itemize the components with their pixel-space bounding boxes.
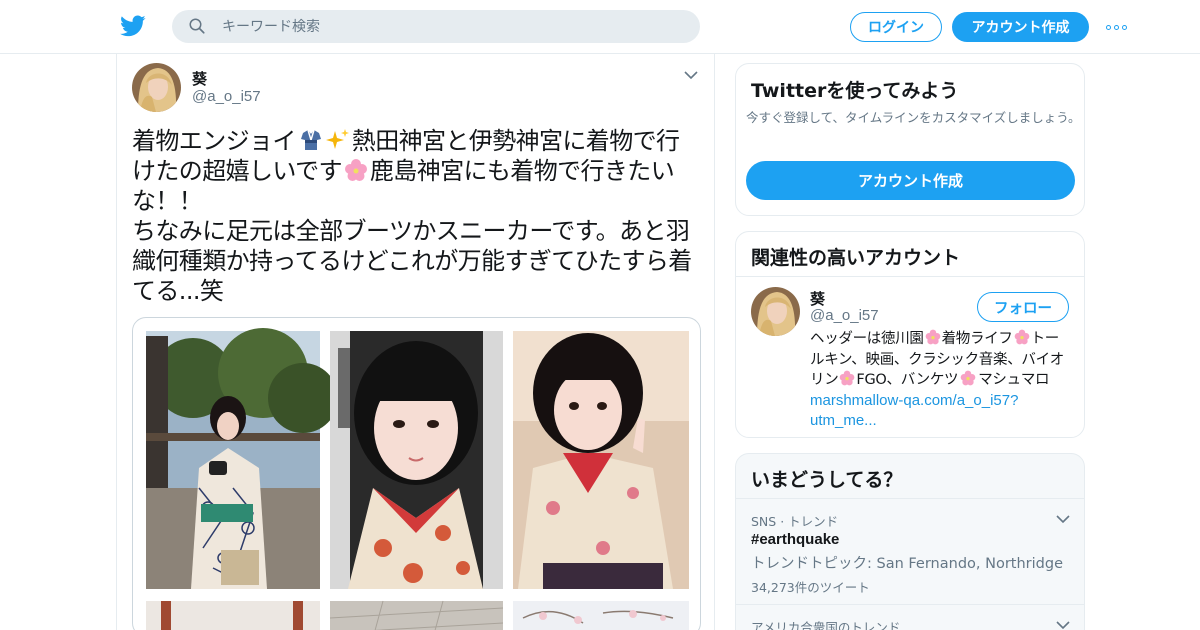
trends-header: いまどうしてる？ [736, 454, 1084, 499]
signup-button[interactable]: アカウント作成 [952, 12, 1089, 42]
avatar[interactable] [751, 287, 800, 336]
tweet-text: 着物エンジョイ 熱田神宮と伊勢神宮に着物で行けたの超嬉しいです 鹿島神宮にも着物で行… [132, 126, 702, 306]
trend-item[interactable]: SNS · トレンド #earthquake トレンドトピック: San Fer… [736, 500, 1084, 605]
cherry-blossom-emoji-icon [960, 370, 976, 386]
cherry-blossom-emoji-icon [840, 370, 855, 386]
chevron-down-icon[interactable] [1056, 514, 1070, 524]
search-box [172, 10, 700, 43]
signup-card: Twitterを使ってみよう 今すぐ登録して、タイムラインをカスタマイズしましょ… [735, 63, 1085, 216]
cherry-blossom-emoji-icon [1014, 329, 1029, 345]
chevron-down-icon[interactable] [684, 70, 698, 80]
more-options-icon[interactable] [1106, 22, 1130, 32]
related-accounts-card: 関連性の高いアカウント 葵 @a_o_i57 フォロー ヘッダーは徳川園 着物ライ… [735, 231, 1085, 438]
signup-card-title: Twitterを使ってみよう [751, 80, 959, 102]
photo-3[interactable] [513, 331, 689, 589]
related-account-name[interactable]: 葵 [810, 288, 825, 309]
twitter-bird-icon[interactable] [119, 13, 147, 39]
tweet: 葵 @a_o_i57 着物エンジョイ 熱田神宮と伊勢神宮に着物で行けたの超嬉しいで… [116, 54, 715, 630]
bio-text: マシュマロ [978, 372, 1050, 388]
trend-tweet-count: 34,273件のツイート [751, 580, 870, 595]
signup-card-subtitle: 今すぐ登録して、タイムラインをカスタマイズしましょう。 [746, 110, 1081, 125]
photo-6[interactable] [513, 601, 689, 630]
bio-text: 着物ライフ [941, 331, 1013, 347]
trends-title: いまどうしてる？ [751, 469, 903, 491]
cherry-blossom-emoji-icon [344, 159, 367, 181]
photo-5[interactable] [329, 600, 504, 630]
trend-description: トレンドトピック: San Fernando, Northridge [751, 556, 1063, 572]
search-input[interactable] [222, 10, 682, 43]
avatar[interactable] [132, 63, 181, 112]
trend-context: アメリカ合衆国のトレンド [751, 620, 901, 630]
related-account-handle[interactable]: @a_o_i57 [810, 307, 879, 324]
signup-card-button[interactable]: アカウント作成 [746, 161, 1075, 200]
related-accounts-title: 関連性の高いアカウント [751, 247, 961, 269]
photo-1[interactable] [146, 328, 338, 589]
kimono-emoji-icon [300, 129, 321, 150]
photo-4[interactable] [146, 601, 320, 630]
related-accounts-header: 関連性の高いアカウント [736, 232, 1084, 277]
search-icon [189, 18, 205, 34]
chevron-down-icon[interactable] [1056, 620, 1070, 630]
tweet-media-grid[interactable] [132, 317, 701, 630]
tweet-text-part: 着物エンジョイ [132, 127, 296, 155]
trend-context: SNS · トレンド [751, 514, 839, 529]
sparkles-emoji-icon [325, 129, 349, 149]
trend-name[interactable]: #earthquake [751, 531, 839, 548]
bio-link[interactable]: marshmallow-qa.com/a_o_i57?utm_me... [810, 392, 1018, 430]
author-name[interactable]: 葵 [192, 68, 207, 89]
author-handle[interactable]: @a_o_i57 [192, 88, 261, 105]
photo-2[interactable] [330, 331, 503, 589]
trends-card: いまどうしてる？ SNS · トレンド #earthquake トレンドトピック… [735, 453, 1085, 630]
bio-text: ヘッダーは徳川園 [810, 331, 924, 347]
login-button[interactable]: ログイン [850, 12, 942, 42]
follow-button[interactable]: フォロー [977, 292, 1069, 322]
related-account-bio: ヘッダーは徳川園 着物ライフ トールキン、映画、クラシック音楽、バイオリン FGO、バ… [810, 329, 1072, 432]
bio-text: FGO、バンケツ [856, 372, 959, 388]
trend-item[interactable]: アメリカ合衆国のトレンド [736, 605, 1084, 630]
top-bar: ログイン アカウント作成 [0, 0, 1200, 54]
cherry-blossom-emoji-icon [925, 329, 940, 345]
